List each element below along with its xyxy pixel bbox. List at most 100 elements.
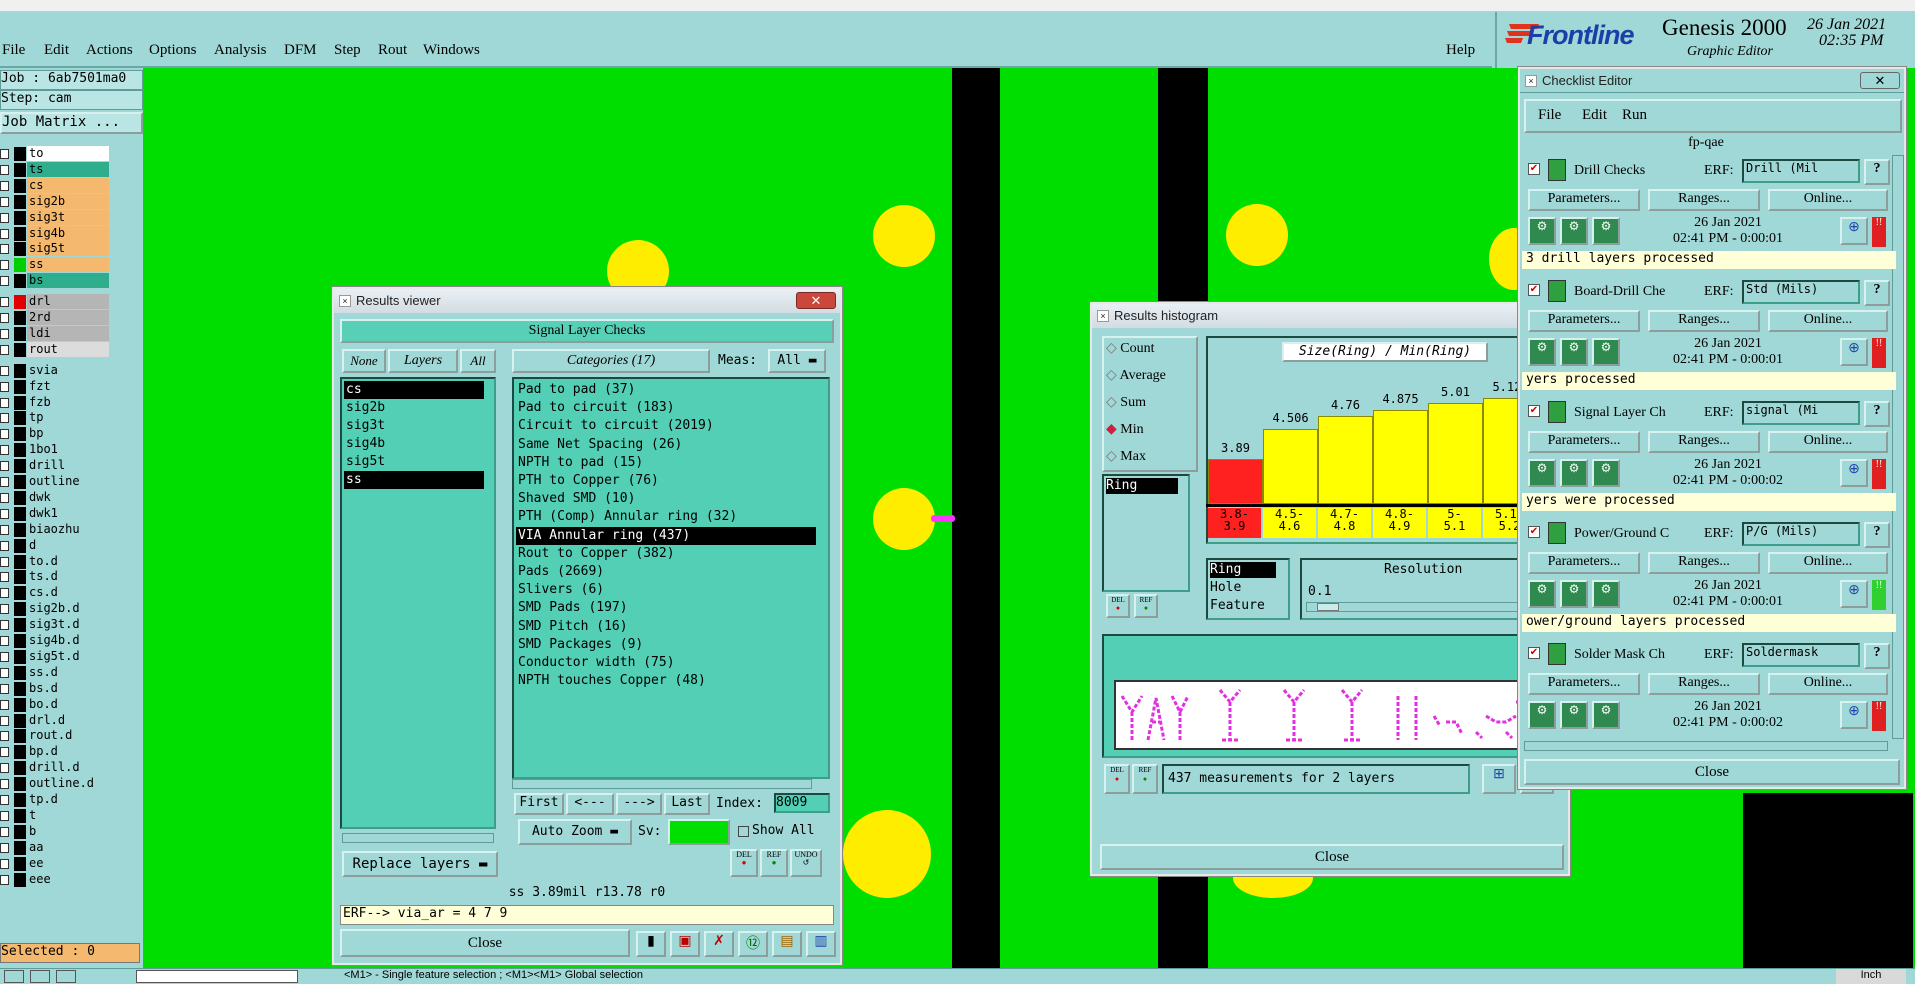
- ranges-button[interactable]: Ranges...: [1648, 431, 1760, 453]
- layer-row[interactable]: rout: [0, 341, 112, 358]
- layer-checkbox[interactable]: [0, 699, 9, 710]
- via-pad[interactable]: [873, 205, 935, 267]
- layer-row[interactable]: svia: [0, 362, 112, 379]
- zoom-in-icon[interactable]: ⊞: [1482, 764, 1516, 794]
- layer-row[interactable]: ldi: [0, 325, 112, 342]
- hist-del-button[interactable]: DEL ●: [1106, 594, 1130, 618]
- del-button[interactable]: DEL ●: [730, 849, 758, 877]
- item-erf-field[interactable]: Soldermask: [1742, 643, 1860, 667]
- checklist-menu-file[interactable]: File: [1538, 107, 1561, 124]
- layer-row[interactable]: sig5t: [0, 241, 112, 257]
- none-button[interactable]: None: [342, 349, 386, 373]
- layer-row[interactable]: outline: [0, 474, 112, 490]
- layer-list-item[interactable]: cs: [344, 381, 484, 399]
- layer-list-item[interactable]: sig2b: [344, 399, 484, 417]
- tool-layer-icon[interactable]: ▮: [636, 931, 666, 957]
- menu-actions[interactable]: Actions: [86, 42, 133, 59]
- ranges-button[interactable]: Ranges...: [1648, 189, 1760, 211]
- layer-row[interactable]: 1bo1: [0, 442, 112, 458]
- categories-hscroll[interactable]: [512, 779, 812, 789]
- layer-row[interactable]: drill.d: [0, 760, 112, 776]
- layer-checkbox[interactable]: [0, 212, 9, 223]
- layer-row[interactable]: d: [0, 537, 112, 554]
- menu-analysis[interactable]: Analysis: [214, 42, 267, 59]
- layer-row[interactable]: aa: [0, 839, 112, 856]
- layer-name[interactable]: drl.d: [27, 712, 109, 728]
- category-list-item[interactable]: PTH (Comp) Annular ring (32): [516, 508, 816, 526]
- layer-name[interactable]: ss: [27, 257, 109, 273]
- item-erf-field[interactable]: Std (Mils): [1742, 280, 1860, 304]
- layer-row[interactable]: bo.d: [0, 696, 112, 713]
- histogram-bar[interactable]: [1373, 410, 1428, 504]
- layer-checkbox[interactable]: [0, 763, 9, 774]
- online-button[interactable]: Online...: [1768, 552, 1888, 574]
- layer-checkbox[interactable]: [0, 297, 9, 308]
- status-toggle-icon[interactable]: [4, 970, 24, 983]
- layer-name[interactable]: bs: [27, 273, 109, 289]
- item-stop-icon[interactable]: ⚙: [1560, 580, 1588, 608]
- layer-name[interactable]: dwk: [27, 489, 109, 505]
- parameters-button[interactable]: Parameters...: [1528, 189, 1640, 211]
- layer-name[interactable]: bo.d: [27, 696, 109, 712]
- layer-row[interactable]: fzb: [0, 394, 112, 411]
- layer-checkbox[interactable]: [0, 826, 9, 837]
- zoom-icon[interactable]: ⊕: [1840, 701, 1868, 729]
- replace-layers-dropdown[interactable]: Replace layers ▬: [342, 851, 498, 877]
- layer-row[interactable]: drl.d: [0, 712, 112, 729]
- layer-row[interactable]: t: [0, 807, 112, 824]
- layer-name[interactable]: fzb: [27, 394, 109, 410]
- item-name[interactable]: Board-Drill Che: [1574, 284, 1700, 300]
- layer-checkbox[interactable]: [0, 604, 9, 615]
- status-check-icon[interactable]: [30, 970, 50, 983]
- all-button[interactable]: All: [460, 349, 496, 373]
- menu-step[interactable]: Step: [334, 42, 361, 59]
- item-check-icon[interactable]: ✔: [1528, 647, 1540, 659]
- layers-hscroll[interactable]: [342, 833, 494, 843]
- layer-row[interactable]: drl: [0, 294, 112, 310]
- first-button[interactable]: First: [514, 793, 564, 815]
- item-check-icon[interactable]: ✔: [1528, 526, 1540, 538]
- category-list-item[interactable]: SMD Packages (9): [516, 636, 816, 654]
- item-stop-icon[interactable]: ⚙: [1560, 459, 1588, 487]
- layer-checkbox[interactable]: [0, 715, 9, 726]
- checklist-menu-run[interactable]: Run: [1622, 107, 1647, 124]
- layer-checkbox[interactable]: [0, 228, 9, 239]
- layer-name[interactable]: svia: [27, 362, 109, 378]
- item-run-icon[interactable]: ⚙: [1528, 459, 1556, 487]
- checklist-titlebar[interactable]: × Checklist Editor ✕: [1520, 69, 1904, 93]
- item-stop-icon[interactable]: ⚙: [1560, 338, 1588, 366]
- layer-row[interactable]: sig4b: [0, 225, 112, 242]
- layer-row[interactable]: ss.d: [0, 664, 112, 681]
- online-button[interactable]: Online...: [1768, 673, 1888, 695]
- layer-name[interactable]: fzt: [27, 378, 109, 394]
- layer-checkbox[interactable]: [0, 842, 9, 853]
- layer-checkbox[interactable]: [0, 874, 9, 885]
- layer-checkbox[interactable]: [0, 344, 9, 355]
- item-erf-field[interactable]: P/G (Mils): [1742, 522, 1860, 546]
- histogram-bar[interactable]: [1318, 416, 1373, 504]
- layer-checkbox[interactable]: [0, 508, 9, 519]
- index-input[interactable]: 8009: [774, 793, 830, 813]
- layer-name[interactable]: sig2b.d: [27, 601, 109, 617]
- item-name[interactable]: Drill Checks: [1574, 163, 1700, 179]
- job-matrix-button[interactable]: Job Matrix ...: [0, 112, 143, 134]
- results-viewer-titlebar[interactable]: × Results viewer ✕: [334, 289, 840, 313]
- zoom-icon[interactable]: ⊕: [1840, 580, 1868, 608]
- layer-list-item[interactable]: sig5t: [344, 453, 484, 471]
- show-all-checkbox[interactable]: [738, 826, 749, 837]
- layer-checkbox[interactable]: [0, 492, 9, 503]
- help-icon[interactable]: ?: [1864, 401, 1890, 427]
- layer-name[interactable]: bp: [27, 426, 109, 442]
- help-icon[interactable]: ?: [1864, 643, 1890, 669]
- item-erf-field[interactable]: signal (Mi: [1742, 401, 1860, 425]
- layer-name[interactable]: outline.d: [27, 776, 109, 792]
- layer-name[interactable]: ldi: [27, 325, 109, 341]
- item-report-icon[interactable]: ⚙: [1592, 701, 1620, 729]
- layer-checkbox[interactable]: [0, 244, 9, 255]
- item-stop-icon[interactable]: ⚙: [1560, 217, 1588, 245]
- layer-checkbox[interactable]: [0, 620, 9, 631]
- item-run-icon[interactable]: ⚙: [1528, 338, 1556, 366]
- layer-name[interactable]: sig2b: [27, 193, 109, 209]
- category-list-item[interactable]: Pads (2669): [516, 563, 816, 581]
- layer-name[interactable]: 2rd: [27, 310, 109, 325]
